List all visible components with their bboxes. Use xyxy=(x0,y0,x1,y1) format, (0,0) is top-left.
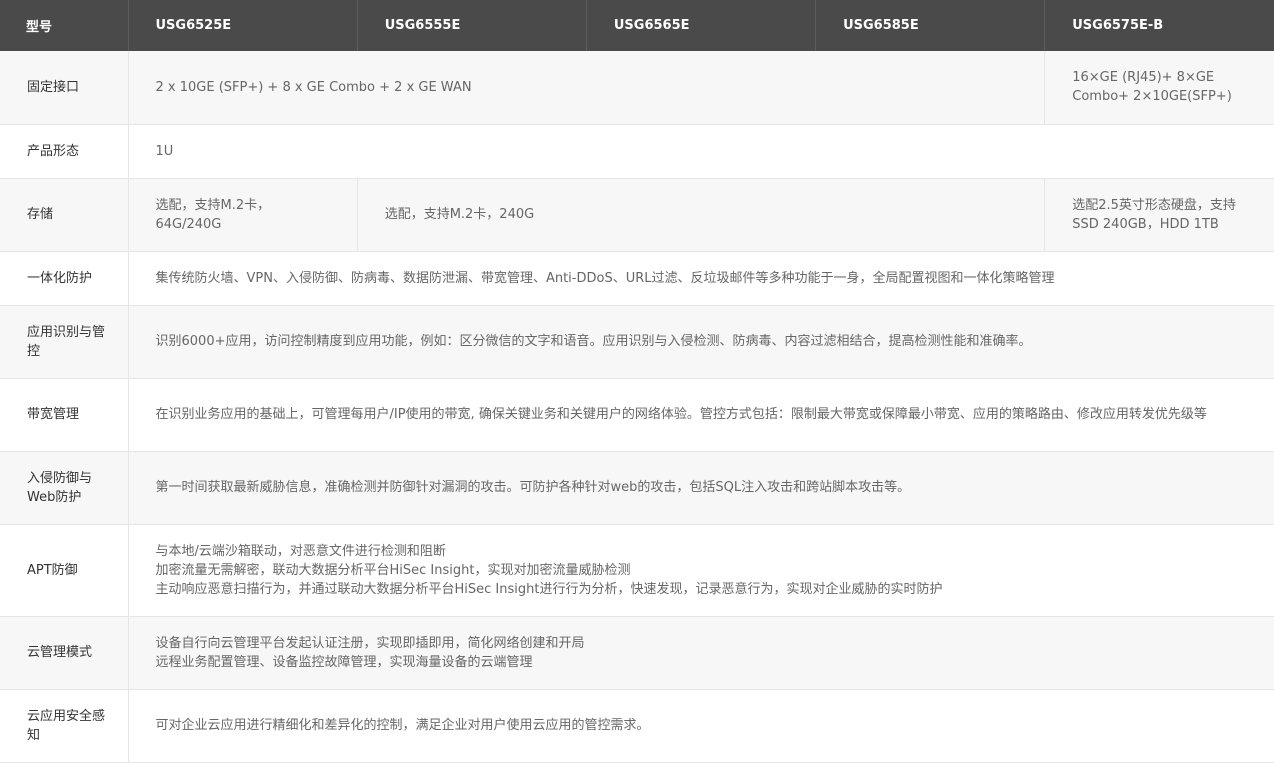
cell-value: 选配2.5英寸形态硬盘，支持SSD 240GB，HDD 1TB xyxy=(1044,178,1274,252)
row-label: 应用识别与管控 xyxy=(0,305,129,379)
row-label: APT防御 xyxy=(0,524,129,617)
row-label: 云应用安全感知 xyxy=(0,689,129,763)
row-label: 固定接口 xyxy=(0,51,129,125)
cell-value: 识别6000+应用，访问控制精度到应用功能，例如：区分微信的文字和语音。应用识别… xyxy=(128,305,1274,379)
row-label: 产品形态 xyxy=(0,124,129,179)
cell-value: 16×GE (RJ45)+ 8×GE Combo+ 2×10GE(SFP+) xyxy=(1044,51,1274,125)
cell-value: 选配，支持M.2卡，64G/240G xyxy=(128,178,358,252)
row-label: 带宽管理 xyxy=(0,378,129,452)
text-line: 主动响应恶意扫描行为，并通过联动大数据分析平台HiSec Insight进行行为… xyxy=(155,581,943,597)
cell-value: 第一时间获取最新威胁信息，准确检测并防御针对漏洞的攻击。可防护各种针对web的攻… xyxy=(128,451,1274,525)
text-line: 与本地/云端沙箱联动，对恶意文件进行检测和阻断 xyxy=(155,543,446,559)
header-label: 型号 xyxy=(0,0,129,51)
row-label: 存储 xyxy=(0,178,129,252)
header-model-5: USG6575E-B xyxy=(1044,0,1274,51)
row-label: 一体化防护 xyxy=(0,251,129,306)
row-apt: APT防御 与本地/云端沙箱联动，对恶意文件进行检测和阻断 加密流量无需解密，联… xyxy=(0,524,1274,617)
spec-table: 型号 USG6525E USG6555E USG6565E USG6585E U… xyxy=(0,0,1274,763)
row-cloud-mgmt: 云管理模式 设备自行向云管理平台发起认证注册，实现即插即用，简化网络创建和开局 … xyxy=(0,616,1274,690)
row-form: 产品形态 1U xyxy=(0,124,1274,179)
row-cloud-app: 云应用安全感知 可对企业云应用进行精细化和差异化的控制，满足企业对用户使用云应用… xyxy=(0,689,1274,763)
cell-value: 在识别业务应用的基础上，可管理每用户/IP使用的带宽, 确保关键业务和关键用户的… xyxy=(128,378,1274,452)
header-model-1: USG6525E xyxy=(128,0,358,51)
cell-value: 集传统防火墙、VPN、入侵防御、防病毒、数据防泄漏、带宽管理、Anti-DDoS… xyxy=(128,251,1274,306)
cell-value: 选配，支持M.2卡，240G xyxy=(357,178,1046,252)
cell-value: 与本地/云端沙箱联动，对恶意文件进行检测和阻断 加密流量无需解密，联动大数据分析… xyxy=(128,524,1274,617)
row-label: 入侵防御与Web防护 xyxy=(0,451,129,525)
header-row: 型号 USG6525E USG6555E USG6565E USG6585E U… xyxy=(0,0,1274,51)
cell-value: 1U xyxy=(128,124,1274,179)
row-ports: 固定接口 2 x 10GE (SFP+) + 8 x GE Combo + 2 … xyxy=(0,51,1274,125)
header-model-3: USG6565E xyxy=(586,0,817,51)
cell-value: 可对企业云应用进行精细化和差异化的控制，满足企业对用户使用云应用的管控需求。 xyxy=(128,689,1274,763)
cell-value: 2 x 10GE (SFP+) + 8 x GE Combo + 2 x GE … xyxy=(128,51,1046,125)
header-model-2: USG6555E xyxy=(357,0,587,51)
row-label: 云管理模式 xyxy=(0,616,129,690)
row-storage: 存储 选配，支持M.2卡，64G/240G 选配，支持M.2卡，240G 选配2… xyxy=(0,178,1274,252)
text-line: 设备自行向云管理平台发起认证注册，实现即插即用，简化网络创建和开局 xyxy=(155,635,585,651)
cell-value: 设备自行向云管理平台发起认证注册，实现即插即用，简化网络创建和开局 远程业务配置… xyxy=(128,616,1274,690)
header-model-4: USG6585E xyxy=(815,0,1046,51)
row-app-control: 应用识别与管控 识别6000+应用，访问控制精度到应用功能，例如：区分微信的文字… xyxy=(0,305,1274,379)
text-line: 加密流量无需解密，联动大数据分析平台HiSec Insight，实现对加密流量威… xyxy=(155,562,631,578)
row-integrated: 一体化防护 集传统防火墙、VPN、入侵防御、防病毒、数据防泄漏、带宽管理、Ant… xyxy=(0,251,1274,306)
text-line: 远程业务配置管理、设备监控故障管理，实现海量设备的云端管理 xyxy=(155,654,533,670)
row-ips-web: 入侵防御与Web防护 第一时间获取最新威胁信息，准确检测并防御针对漏洞的攻击。可… xyxy=(0,451,1274,525)
row-bandwidth: 带宽管理 在识别业务应用的基础上，可管理每用户/IP使用的带宽, 确保关键业务和… xyxy=(0,378,1274,452)
